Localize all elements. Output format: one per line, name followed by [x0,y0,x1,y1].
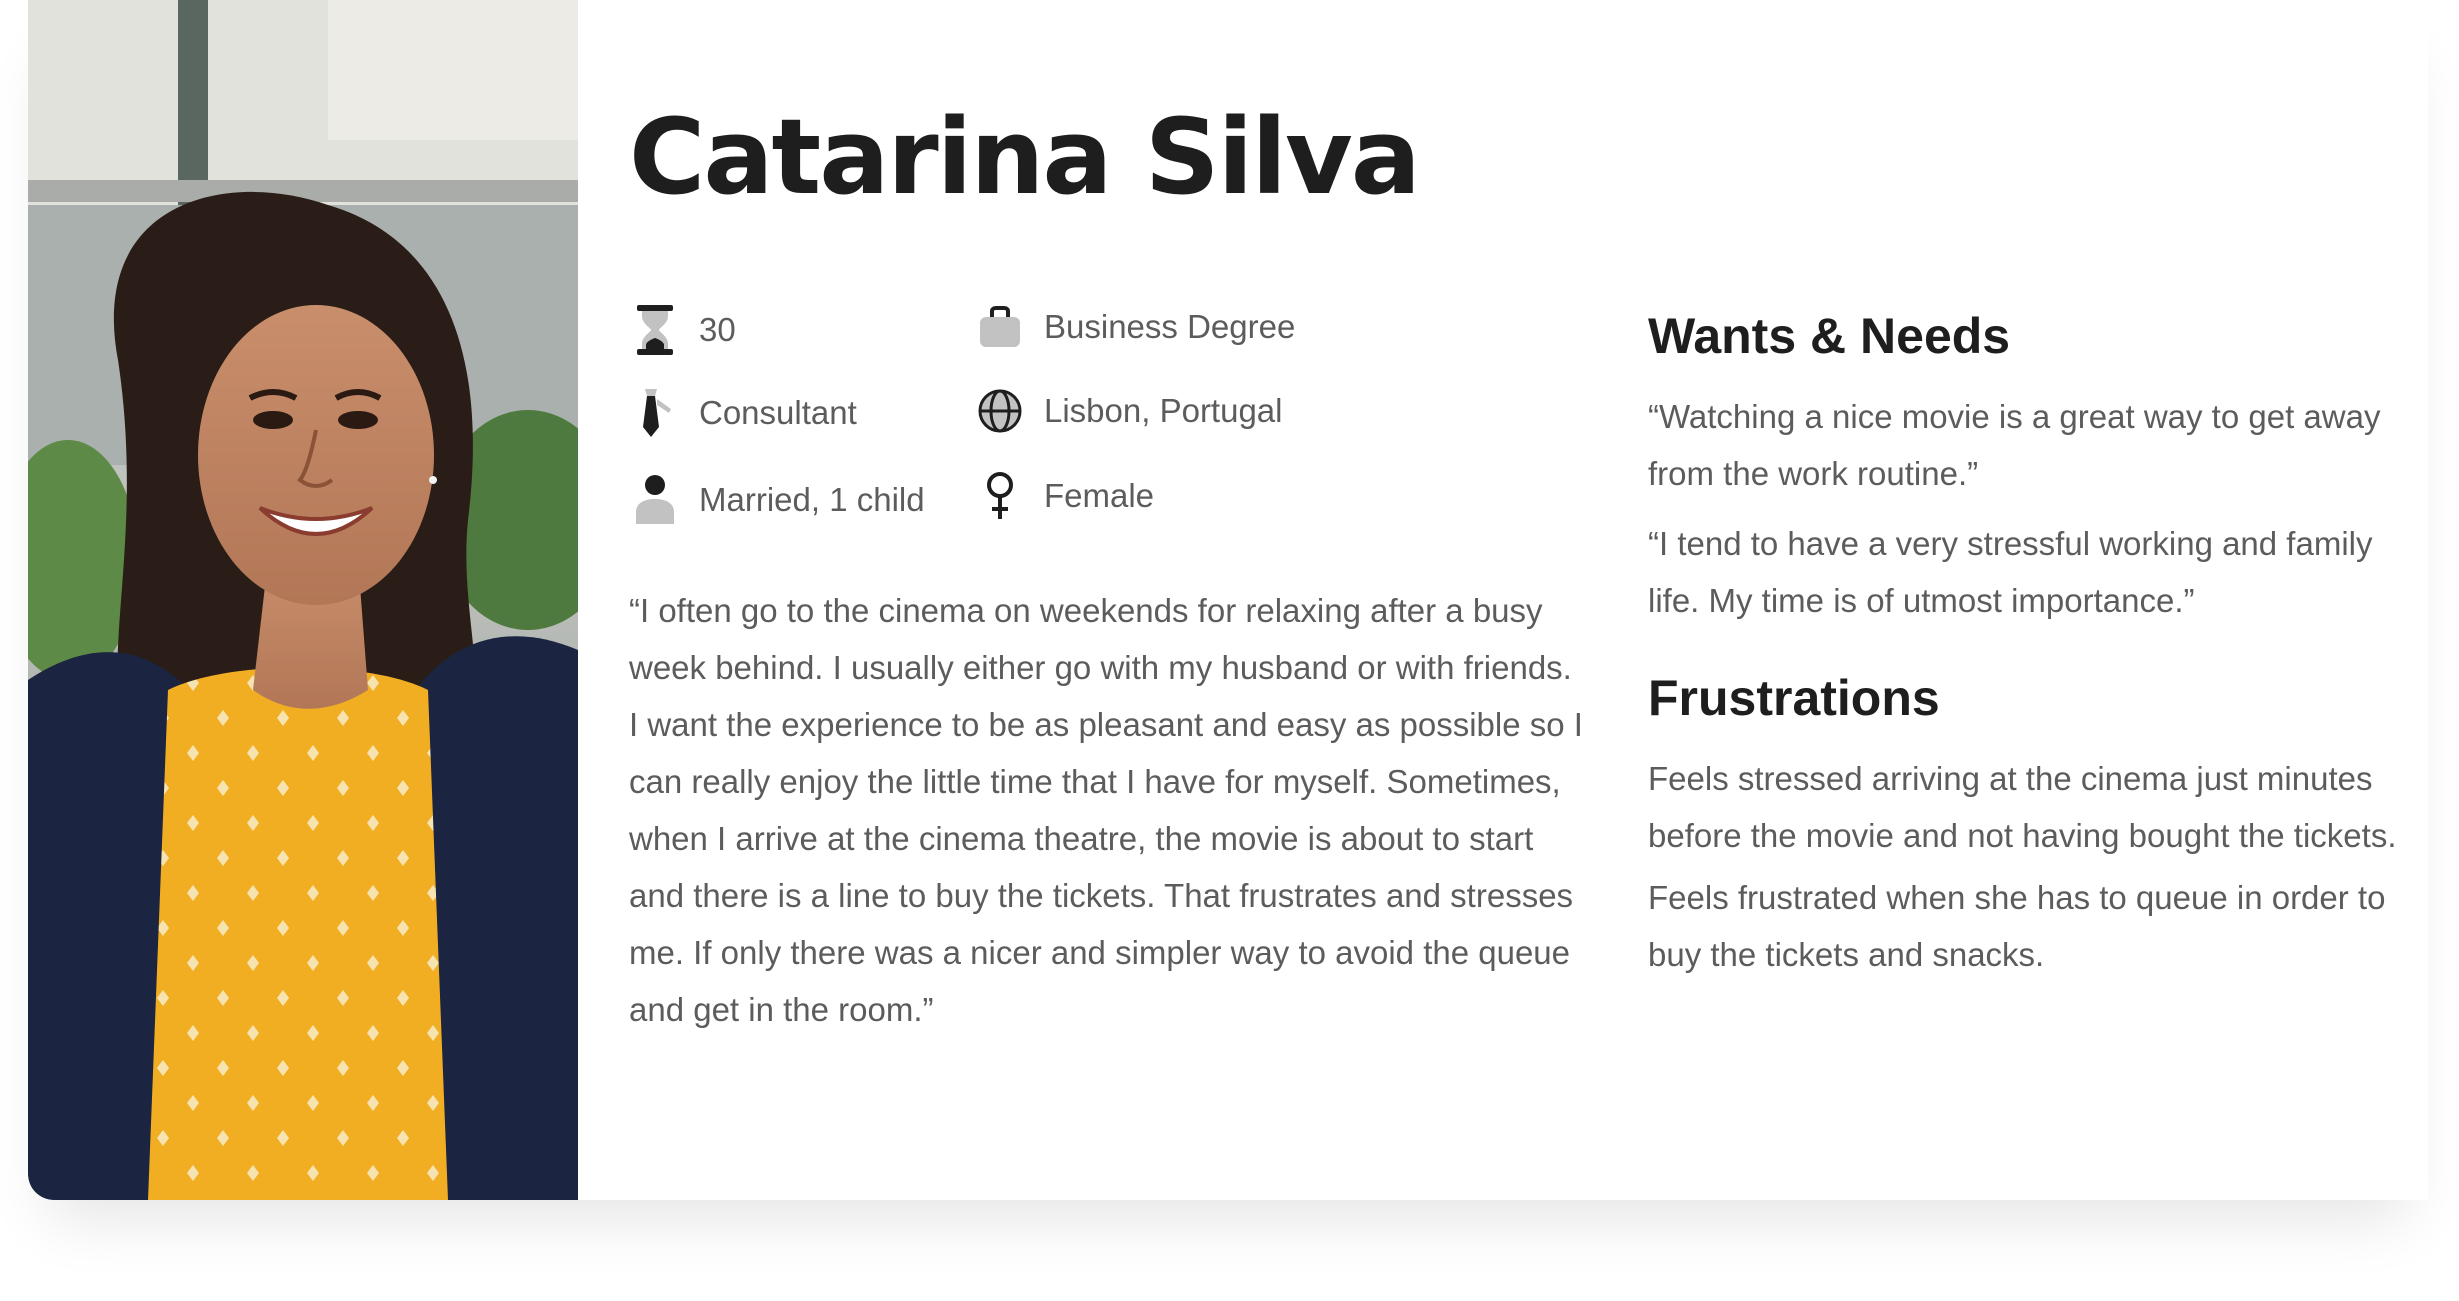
attr-family-label: Married, 1 child [699,481,925,518]
frustrations-title: Frustrations [1648,670,1940,726]
persona-photo [28,0,578,1200]
persona-quote: “I often go to the cinema on weekends fo… [629,592,1583,1028]
female-icon [974,466,1026,526]
frustrations-section: Frustrations Feels stressed arriving at … [1648,668,2408,983]
wants-needs-title: Wants & Needs [1648,308,2011,364]
attr-location: Lisbon, Portugal [974,381,1283,441]
attr-age: 30 [629,300,736,360]
frustrations-item: Feels stressed arriving at the cinema ju… [1648,760,2397,854]
frustrations-item: Feels frustrated when she has to queue i… [1648,879,2386,973]
attr-age-label: 30 [699,311,736,348]
hourglass-icon [629,300,681,360]
globe-icon [974,381,1026,441]
tie-icon [629,383,681,443]
persona-card: Catarina Silva 30 Business Degree Consul… [28,0,2428,1200]
attr-education-label: Business Degree [1044,308,1296,345]
persona-stage: Catarina Silva 30 Business Degree Consul… [0,0,2459,1301]
persona-name: Catarina Silva [629,96,1421,218]
attr-education: Business Degree [974,297,1295,357]
briefcase-icon [974,297,1026,357]
wants-needs-item: “I tend to have a very stressful working… [1648,525,2373,619]
wants-needs-section: Wants & Needs “Watching a nice movie is … [1648,306,2408,629]
attr-gender-label: Female [1044,477,1155,514]
attr-location-label: Lisbon, Portugal [1044,392,1283,429]
attr-occupation-label: Consultant [699,394,857,431]
attr-gender: Female [974,466,1154,526]
person-icon [629,470,681,530]
wants-needs-item: “Watching a nice movie is a great way to… [1648,398,2381,492]
attr-occupation: Consultant [629,383,857,443]
attr-family: Married, 1 child [629,470,925,530]
portrait-photo [28,0,578,1200]
